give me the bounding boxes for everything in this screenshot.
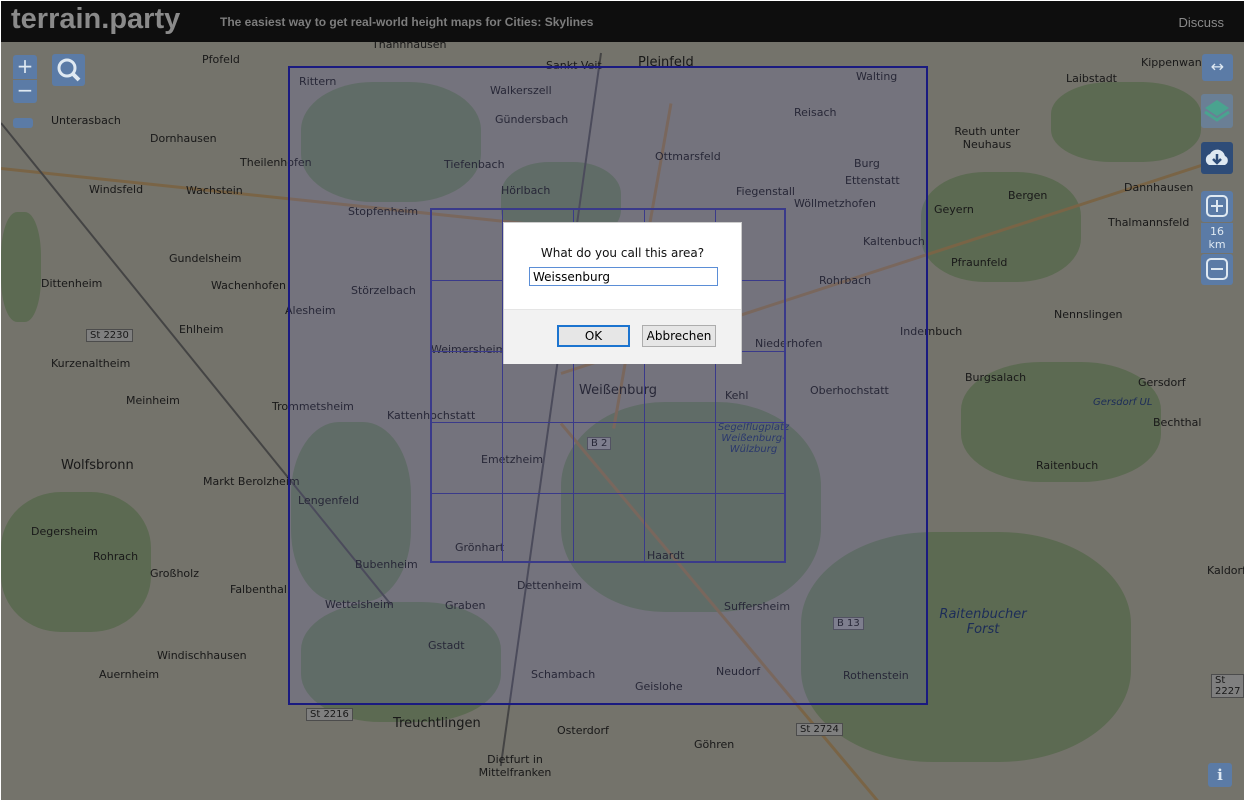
area-size-readout: 16 km [1201,223,1233,253]
info-button[interactable]: i [1208,763,1232,787]
enlarge-area-button[interactable] [1201,191,1233,222]
map[interactable]: Thannhausen Pfofeld Sankt Veit Pleinfeld… [1,38,1244,800]
dialog-message: What do you call this area? [540,246,705,260]
rotate-button[interactable]: ↔ [1202,54,1233,81]
cloud-download-icon [1205,149,1228,165]
area-name-input[interactable] [529,267,718,286]
cancel-button[interactable]: Abbrechen [642,325,716,347]
layers-icon [1204,100,1230,122]
logo[interactable]: terrain.party [11,3,180,36]
prompt-dialog: What do you call this area? OK Abbrechen [503,222,742,364]
dialog-footer: OK Abbrechen [504,309,741,364]
area-size-unit: km [1208,238,1226,251]
area-size-value: 16 [1210,225,1224,238]
app-frame: Thannhausen Pfofeld Sankt Veit Pleinfeld… [1,1,1244,800]
search-button[interactable] [52,54,85,86]
shrink-area-button[interactable] [1201,254,1233,285]
minus-square-icon [1206,258,1228,280]
tagline: The easiest way to get real-world height… [220,15,594,29]
zoom-out-button[interactable]: − [13,80,37,103]
zoom-in-button[interactable]: + [13,55,37,79]
discuss-link[interactable]: Discuss [1178,15,1224,30]
layers-button[interactable] [1201,94,1233,128]
download-button[interactable] [1201,142,1233,174]
search-icon [57,58,81,82]
ok-button[interactable]: OK [557,325,630,347]
header: terrain.party The easiest way to get rea… [1,1,1244,42]
layer-toggle-button[interactable] [13,118,33,128]
plus-square-icon [1206,195,1228,217]
